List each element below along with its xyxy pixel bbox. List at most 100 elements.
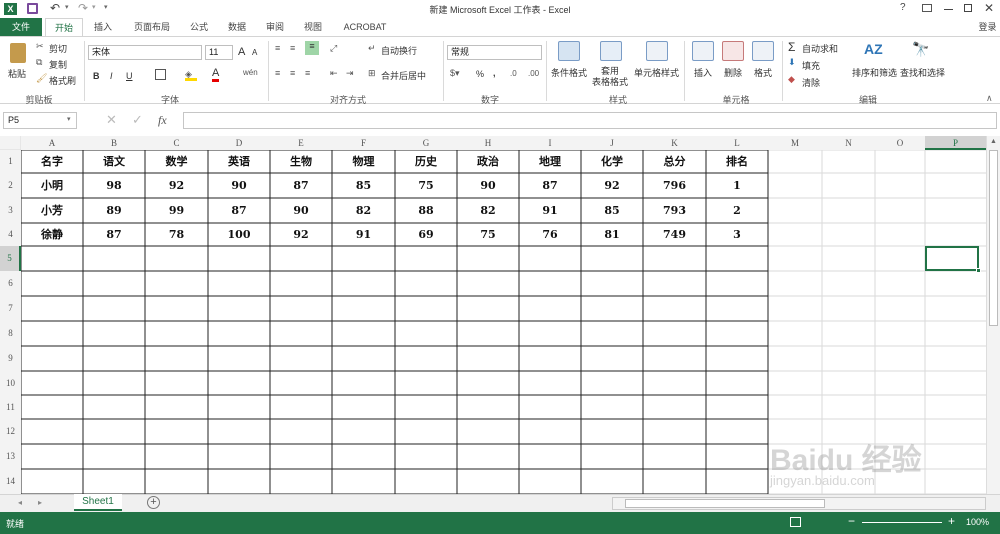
table-cell[interactable]: 小芳 — [21, 198, 83, 223]
sort-filter-icon[interactable]: AZ — [864, 41, 886, 61]
fill-color-icon[interactable]: ◈ — [185, 69, 197, 81]
phonetic-icon[interactable]: wén — [243, 68, 258, 77]
underline-button[interactable]: U — [126, 71, 133, 81]
zoom-level[interactable]: 100% — [966, 517, 989, 527]
font-size-select[interactable]: 11 — [205, 45, 233, 60]
column-header-J[interactable]: J — [581, 136, 643, 150]
column-header-F[interactable]: F — [332, 136, 395, 150]
table-cell[interactable]: 3 — [706, 223, 768, 246]
cell-styles-button[interactable]: 单元格样式 — [634, 66, 679, 79]
sort-filter-button[interactable]: 排序和筛选 — [852, 66, 897, 79]
hscroll-thumb[interactable] — [625, 499, 825, 508]
sheet-tab-sheet1[interactable]: Sheet1 — [74, 494, 122, 511]
align-left-icon[interactable]: ≡ — [275, 68, 280, 78]
undo-dropdown-icon[interactable]: ▾ — [65, 3, 69, 11]
column-header-D[interactable]: D — [208, 136, 270, 150]
row-header-5[interactable]: 5 — [0, 246, 21, 271]
collapse-ribbon-icon[interactable]: ∧ — [986, 93, 993, 104]
row-header-14[interactable]: 14 — [0, 469, 21, 494]
row-header-11[interactable]: 11 — [0, 395, 21, 419]
selected-cell-p5[interactable] — [925, 246, 979, 271]
column-header-K[interactable]: K — [643, 136, 706, 150]
row-header-4[interactable]: 4 — [0, 223, 21, 246]
new-sheet-button[interactable]: + — [147, 496, 160, 509]
tab-insert[interactable]: 插入 — [88, 18, 118, 36]
row-header-9[interactable]: 9 — [0, 346, 21, 371]
column-header-O[interactable]: O — [875, 136, 925, 150]
column-header-P[interactable]: P — [925, 136, 986, 150]
table-header-cell[interactable]: 生物 — [270, 150, 332, 173]
table-cell[interactable]: 87 — [208, 198, 270, 223]
column-header-C[interactable]: C — [145, 136, 208, 150]
table-header-cell[interactable]: 英语 — [208, 150, 270, 173]
table-cell[interactable]: 98 — [83, 173, 145, 198]
column-header-H[interactable]: H — [457, 136, 519, 150]
fill-handle[interactable] — [976, 268, 981, 273]
qat-customize-icon[interactable]: ▾ — [104, 3, 108, 11]
row-header-6[interactable]: 6 — [0, 271, 21, 296]
find-select-icon[interactable]: 🔭 — [912, 41, 934, 61]
italic-button[interactable]: I — [110, 71, 113, 81]
align-middle-icon[interactable]: ≡ — [290, 43, 295, 53]
autosum-button[interactable]: 自动求和 — [802, 42, 838, 55]
percent-button[interactable]: % — [476, 69, 484, 79]
column-header-I[interactable]: I — [519, 136, 581, 150]
table-cell[interactable]: 81 — [581, 223, 643, 246]
shrink-font-button[interactable]: A — [252, 48, 257, 57]
autosum-icon[interactable]: Σ — [788, 40, 795, 54]
table-cell[interactable]: 92 — [581, 173, 643, 198]
row-header-13[interactable]: 13 — [0, 444, 21, 469]
table-cell[interactable]: 85 — [581, 198, 643, 223]
table-cell[interactable]: 796 — [643, 173, 706, 198]
row-header-3[interactable]: 3 — [0, 198, 21, 223]
table-cell[interactable]: 1 — [706, 173, 768, 198]
table-cell[interactable]: 87 — [519, 173, 581, 198]
table-cell[interactable]: 92 — [145, 173, 208, 198]
next-sheet-icon[interactable]: ▸ — [38, 498, 42, 507]
merge-center-button[interactable]: 合并后居中 — [381, 69, 426, 82]
conditional-format-icon[interactable] — [558, 41, 580, 61]
zoom-in-icon[interactable]: + — [948, 514, 955, 528]
table-cell[interactable]: 89 — [83, 198, 145, 223]
table-cell[interactable]: 100 — [208, 223, 270, 246]
undo-icon[interactable]: ↶ — [50, 1, 60, 15]
column-header-N[interactable]: N — [822, 136, 875, 150]
table-cell[interactable]: 90 — [208, 173, 270, 198]
table-header-cell[interactable]: 数学 — [145, 150, 208, 173]
grow-font-button[interactable]: A — [238, 46, 245, 58]
table-cell[interactable]: 91 — [519, 198, 581, 223]
scroll-thumb[interactable] — [989, 150, 998, 326]
insert-cells-button[interactable]: 插入 — [694, 66, 712, 79]
row-header-12[interactable]: 12 — [0, 419, 21, 444]
cell-styles-icon[interactable] — [646, 41, 668, 61]
table-cell[interactable]: 78 — [145, 223, 208, 246]
find-select-button[interactable]: 查找和选择 — [900, 66, 945, 79]
merge-center-icon[interactable]: ⊞ — [368, 68, 376, 79]
comma-button[interactable]: , — [493, 68, 496, 78]
name-box[interactable]: P5 — [3, 112, 77, 129]
tab-view[interactable]: 视图 — [298, 18, 328, 36]
table-header-cell[interactable]: 物理 — [332, 150, 395, 173]
wrap-text-button[interactable]: 自动换行 — [381, 44, 417, 57]
bold-button[interactable]: B — [93, 71, 100, 81]
paste-icon[interactable] — [10, 43, 26, 63]
table-header-cell[interactable]: 政治 — [457, 150, 519, 173]
name-box-dropdown-icon[interactable]: ▾ — [67, 115, 71, 123]
enter-formula-icon[interactable]: ✓ — [132, 112, 143, 128]
copy-button[interactable]: 复制 — [49, 58, 67, 71]
align-bottom-icon[interactable]: ≡ — [305, 41, 319, 55]
table-cell[interactable]: 90 — [457, 173, 519, 198]
cut-icon[interactable]: ✂ — [36, 41, 44, 52]
table-cell[interactable]: 99 — [145, 198, 208, 223]
table-cell[interactable]: 82 — [457, 198, 519, 223]
font-color-icon[interactable]: A — [212, 67, 220, 82]
zoom-out-icon[interactable]: − — [848, 514, 855, 528]
table-cell[interactable]: 85 — [332, 173, 395, 198]
align-top-icon[interactable]: ≡ — [275, 43, 280, 53]
row-header-8[interactable]: 8 — [0, 321, 21, 346]
table-cell[interactable]: 90 — [270, 198, 332, 223]
table-cell[interactable]: 75 — [457, 223, 519, 246]
format-as-table-icon[interactable] — [600, 41, 622, 61]
table-header-cell[interactable]: 历史 — [395, 150, 457, 173]
table-cell[interactable]: 91 — [332, 223, 395, 246]
